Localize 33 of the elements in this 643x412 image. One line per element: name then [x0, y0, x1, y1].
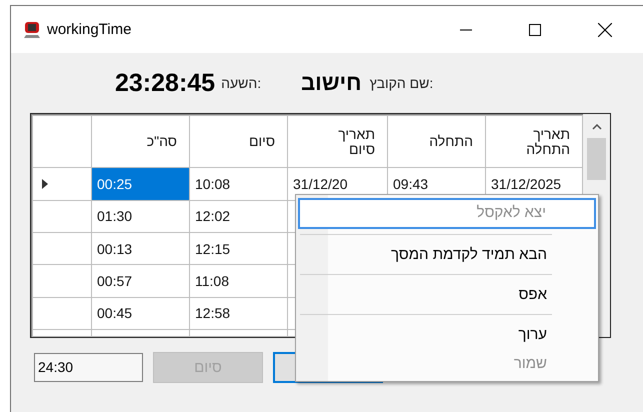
table-cell: 00:13 — [92, 232, 190, 265]
current-row-icon — [42, 179, 48, 190]
column-header[interactable]: התחלה — [388, 116, 486, 168]
row-header[interactable] — [32, 232, 92, 265]
file-name: חישוב — [301, 70, 362, 96]
menu-item[interactable]: אפס — [298, 280, 596, 309]
column-header[interactable]: תאריך התחלה — [486, 116, 582, 168]
scroll-thumb[interactable] — [587, 138, 606, 180]
menu-item[interactable]: ערוך — [298, 320, 596, 349]
row-header[interactable] — [32, 168, 92, 200]
menu-item[interactable]: הבא תמיד לקדמת המסך — [298, 240, 596, 269]
total-field[interactable]: 24:30 — [34, 353, 143, 382]
close-icon[interactable] — [598, 22, 612, 36]
time-label: השעה: — [221, 75, 262, 91]
table-cell: 12:15 — [190, 232, 288, 265]
table-cell: 12:02 — [190, 200, 288, 233]
row-header[interactable] — [32, 264, 92, 298]
maximize-icon[interactable] — [529, 24, 541, 36]
column-header[interactable]: תאריך סיום — [288, 116, 388, 168]
column-header[interactable]: סיום — [190, 116, 288, 168]
table-cell: 01:30 — [92, 200, 190, 233]
table-cell: 00:57 — [92, 264, 190, 298]
table-cell: 12:58 — [190, 297, 288, 330]
clock-time: 23:28:45 — [115, 68, 216, 98]
table-cell: 00:25 — [92, 168, 190, 200]
table-cell: 11:08 — [190, 264, 288, 298]
file-label: שם הקובץ: — [370, 75, 434, 91]
scroll-up-icon[interactable] — [592, 124, 602, 130]
table-cell: 00:45 — [92, 297, 190, 330]
window-title: workingTime — [47, 21, 132, 38]
row-header[interactable] — [32, 297, 92, 330]
computer-icon — [22, 20, 42, 40]
row-header[interactable] — [32, 200, 92, 233]
